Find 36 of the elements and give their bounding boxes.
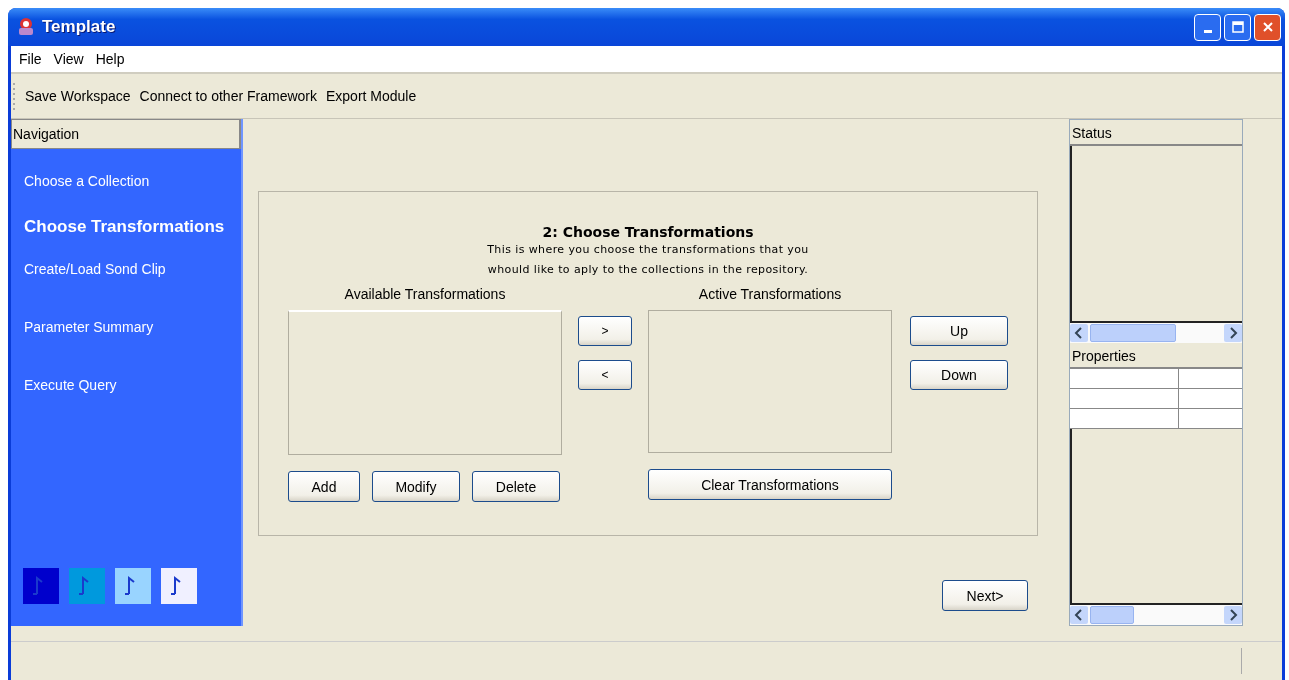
down-button[interactable]: Down	[910, 360, 1008, 390]
toolbar-button[interactable]: Export Module	[326, 88, 417, 104]
next-button[interactable]: Next>	[942, 580, 1028, 611]
window-title: Template	[42, 17, 116, 37]
add-button[interactable]: >	[578, 316, 632, 346]
close-icon	[1261, 21, 1274, 33]
maximize-icon	[1231, 21, 1244, 33]
maximize-button[interactable]	[1224, 13, 1251, 41]
navigation-item[interactable]: Choose a Collection	[24, 173, 150, 193]
list-button[interactable]: Delete	[472, 471, 560, 502]
toolbar-button[interactable]: Save Workspace	[25, 88, 131, 104]
navigation-item[interactable]: Parameter Summary	[24, 319, 154, 339]
list-button[interactable]: Modify	[372, 471, 460, 502]
close-button[interactable]	[1254, 13, 1281, 41]
menu-item[interactable]: File	[19, 51, 42, 67]
scrollbar[interactable]	[1070, 322, 1242, 343]
up-button[interactable]: Up	[910, 316, 1008, 346]
step-description: This is where you choose the transformations that you whould like to aply to the collections in the repository.	[487, 242, 809, 278]
menu-item[interactable]: Help	[95, 51, 125, 67]
list-button[interactable]: Add	[288, 471, 360, 502]
navigation-item[interactable]: Execute Query	[24, 377, 117, 397]
list-label: Active Transformations	[698, 286, 842, 302]
step-title: 2: Choose Transformations	[542, 224, 754, 240]
toolbar-button[interactable]: Connect to other Framework	[139, 88, 317, 104]
minimize-button[interactable]	[1194, 13, 1221, 41]
panel-header: Navigation	[11, 119, 241, 149]
clear-button[interactable]: Clear Transformations	[648, 469, 892, 500]
list-label: Available Transformations	[344, 286, 506, 302]
minimize-icon	[1203, 29, 1212, 33]
scrollbar[interactable]	[1070, 605, 1242, 625]
toolbar-grip-icon	[13, 81, 16, 111]
remove-button[interactable]: <	[578, 360, 632, 390]
menu-item[interactable]: View	[53, 51, 84, 67]
navigation-item[interactable]: Choose Transformations	[24, 217, 225, 237]
navigation-item[interactable]: Create/Load Sond Clip	[24, 261, 166, 281]
app-icon	[16, 17, 36, 37]
